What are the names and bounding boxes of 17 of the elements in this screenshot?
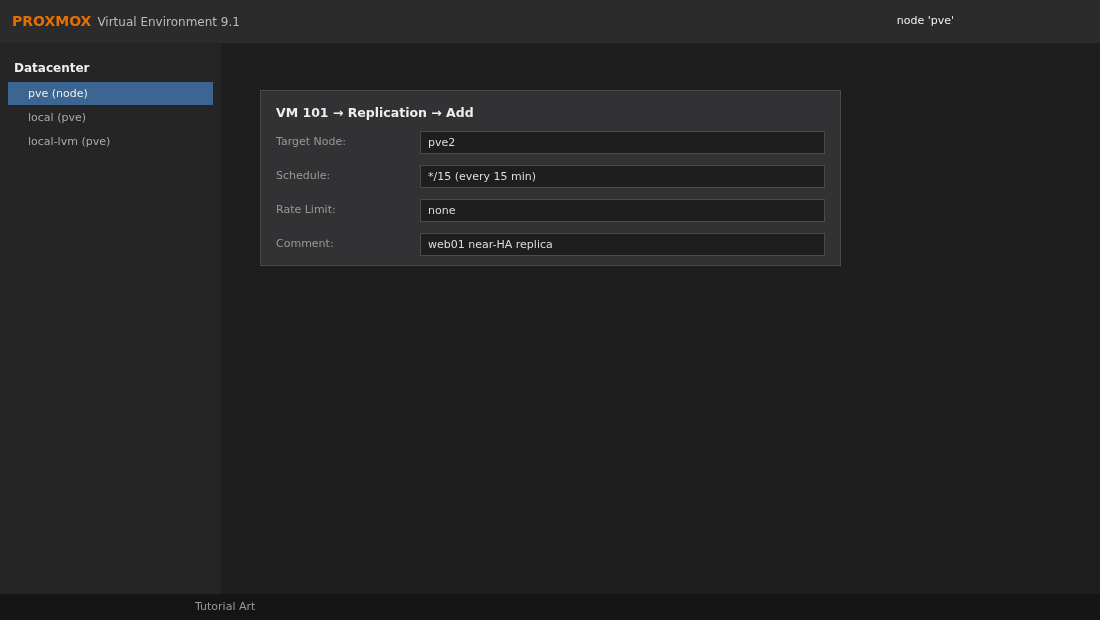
field-label: Comment: [276,236,335,252]
panel-title: VM 101 → Replication → Add [276,104,475,122]
logo: PROXMOX [12,12,92,31]
input-field[interactable]: */15 (every 15 min) [420,164,825,188]
node-context: node 'pve' [896,13,954,30]
sidebar-item[interactable]: pve (node) [8,82,213,105]
field-label: Schedule: [276,168,332,184]
input-field[interactable]: none [420,198,825,222]
sidebar-item[interactable]: local-lvm (pve) [8,130,213,153]
input-field[interactable]: pve2 [420,130,825,154]
footer-text: Tutorial Art [195,598,256,615]
input-field[interactable]: web01 near-HA replica [420,232,825,256]
product-title: Virtual Environment 9.1 [97,13,240,31]
field-label: Target Node: [276,134,347,150]
sidebar-item[interactable]: local (pve) [8,106,213,129]
field-label: Rate Limit: [276,202,337,218]
sidebar-title: Datacenter [13,60,91,77]
